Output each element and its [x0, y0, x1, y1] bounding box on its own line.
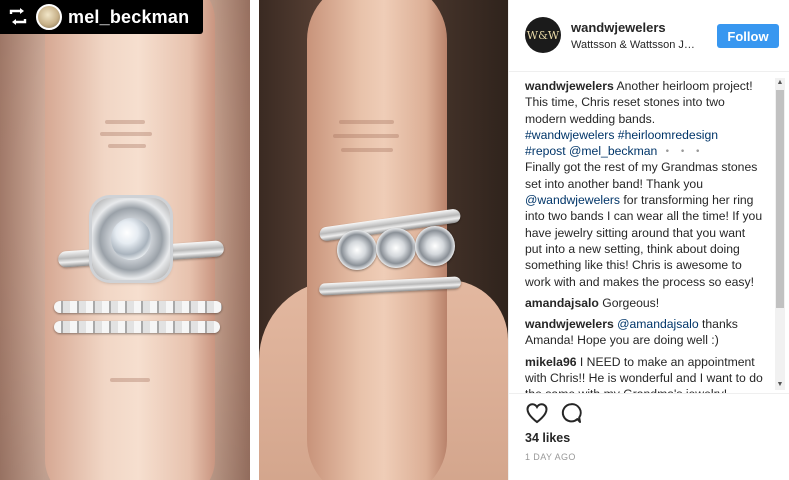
photo-right-ring [259, 0, 508, 480]
scroll-up-arrow-icon[interactable]: ▲ [775, 78, 785, 88]
caption-dots: ・・・ [661, 144, 707, 159]
avatar[interactable]: W&W [525, 17, 561, 53]
caption-body-mention[interactable]: @wandwjewelers [525, 193, 620, 207]
repost-icon [6, 5, 30, 29]
comment-username[interactable]: wandwjewelers [525, 317, 614, 331]
post-timestamp[interactable]: 1 DAY AGO [525, 452, 576, 462]
post-side-panel: W&W wandwjewelers Wattsson & Wattsson Je… [508, 0, 789, 480]
comment-username[interactable]: amandajsalo [525, 296, 599, 310]
eternity-band-bottom [54, 321, 220, 333]
comments-scrollbar[interactable]: ▲ ▼ [775, 78, 785, 390]
caption-body-rest: for transforming her ring into two bands… [525, 193, 763, 289]
stone-cluster [376, 228, 416, 268]
list-item: mikela96 I NEED to make an appointment w… [525, 354, 765, 394]
stone-cluster [415, 226, 455, 266]
comment-mention[interactable]: @amandajsalo [617, 317, 698, 331]
caption-repost-mention[interactable]: #repost @mel_beckman [525, 144, 657, 158]
photo-left-rings [0, 0, 250, 480]
repost-badge: mel_beckman [0, 0, 204, 34]
post-image[interactable]: mel_beckman [0, 0, 508, 480]
center-diamond [111, 218, 151, 260]
list-item: wandwjewelers @amandajsalo thanks Amanda… [525, 316, 765, 349]
header-location[interactable]: Wattsson & Wattsson Jewe... [571, 39, 699, 51]
caption-hashtags[interactable]: #wandwjewelers #heirloomredesign [525, 128, 718, 142]
caption-username[interactable]: wandwjewelers [525, 79, 614, 93]
post-header: W&W wandwjewelers Wattsson & Wattsson Je… [509, 0, 789, 72]
header-username[interactable]: wandwjewelers [571, 20, 666, 35]
repost-username: mel_beckman [68, 6, 190, 27]
scroll-down-arrow-icon[interactable]: ▼ [775, 380, 785, 390]
caption-body: Finally got the rest of my Grandmas ston… [525, 160, 758, 191]
comment-icon[interactable] [559, 401, 583, 425]
scroll-thumb[interactable] [776, 90, 784, 308]
comments-list: wandwjewelers Another heirloom project! … [525, 78, 765, 394]
list-item: amandajsalo Gorgeous! [525, 295, 765, 311]
avatar [36, 4, 62, 30]
like-count[interactable]: 34 likes [525, 431, 570, 445]
comment-text: Gorgeous! [602, 295, 660, 310]
follow-button[interactable]: Follow [717, 24, 779, 48]
heart-icon[interactable] [525, 401, 549, 425]
eternity-band-top [54, 301, 222, 313]
post-actions: 34 likes 1 DAY AGO [509, 393, 789, 480]
caption: wandwjewelers Another heirloom project! … [525, 78, 765, 290]
stone-cluster [337, 230, 377, 270]
comment-username[interactable]: mikela96 [525, 355, 577, 369]
